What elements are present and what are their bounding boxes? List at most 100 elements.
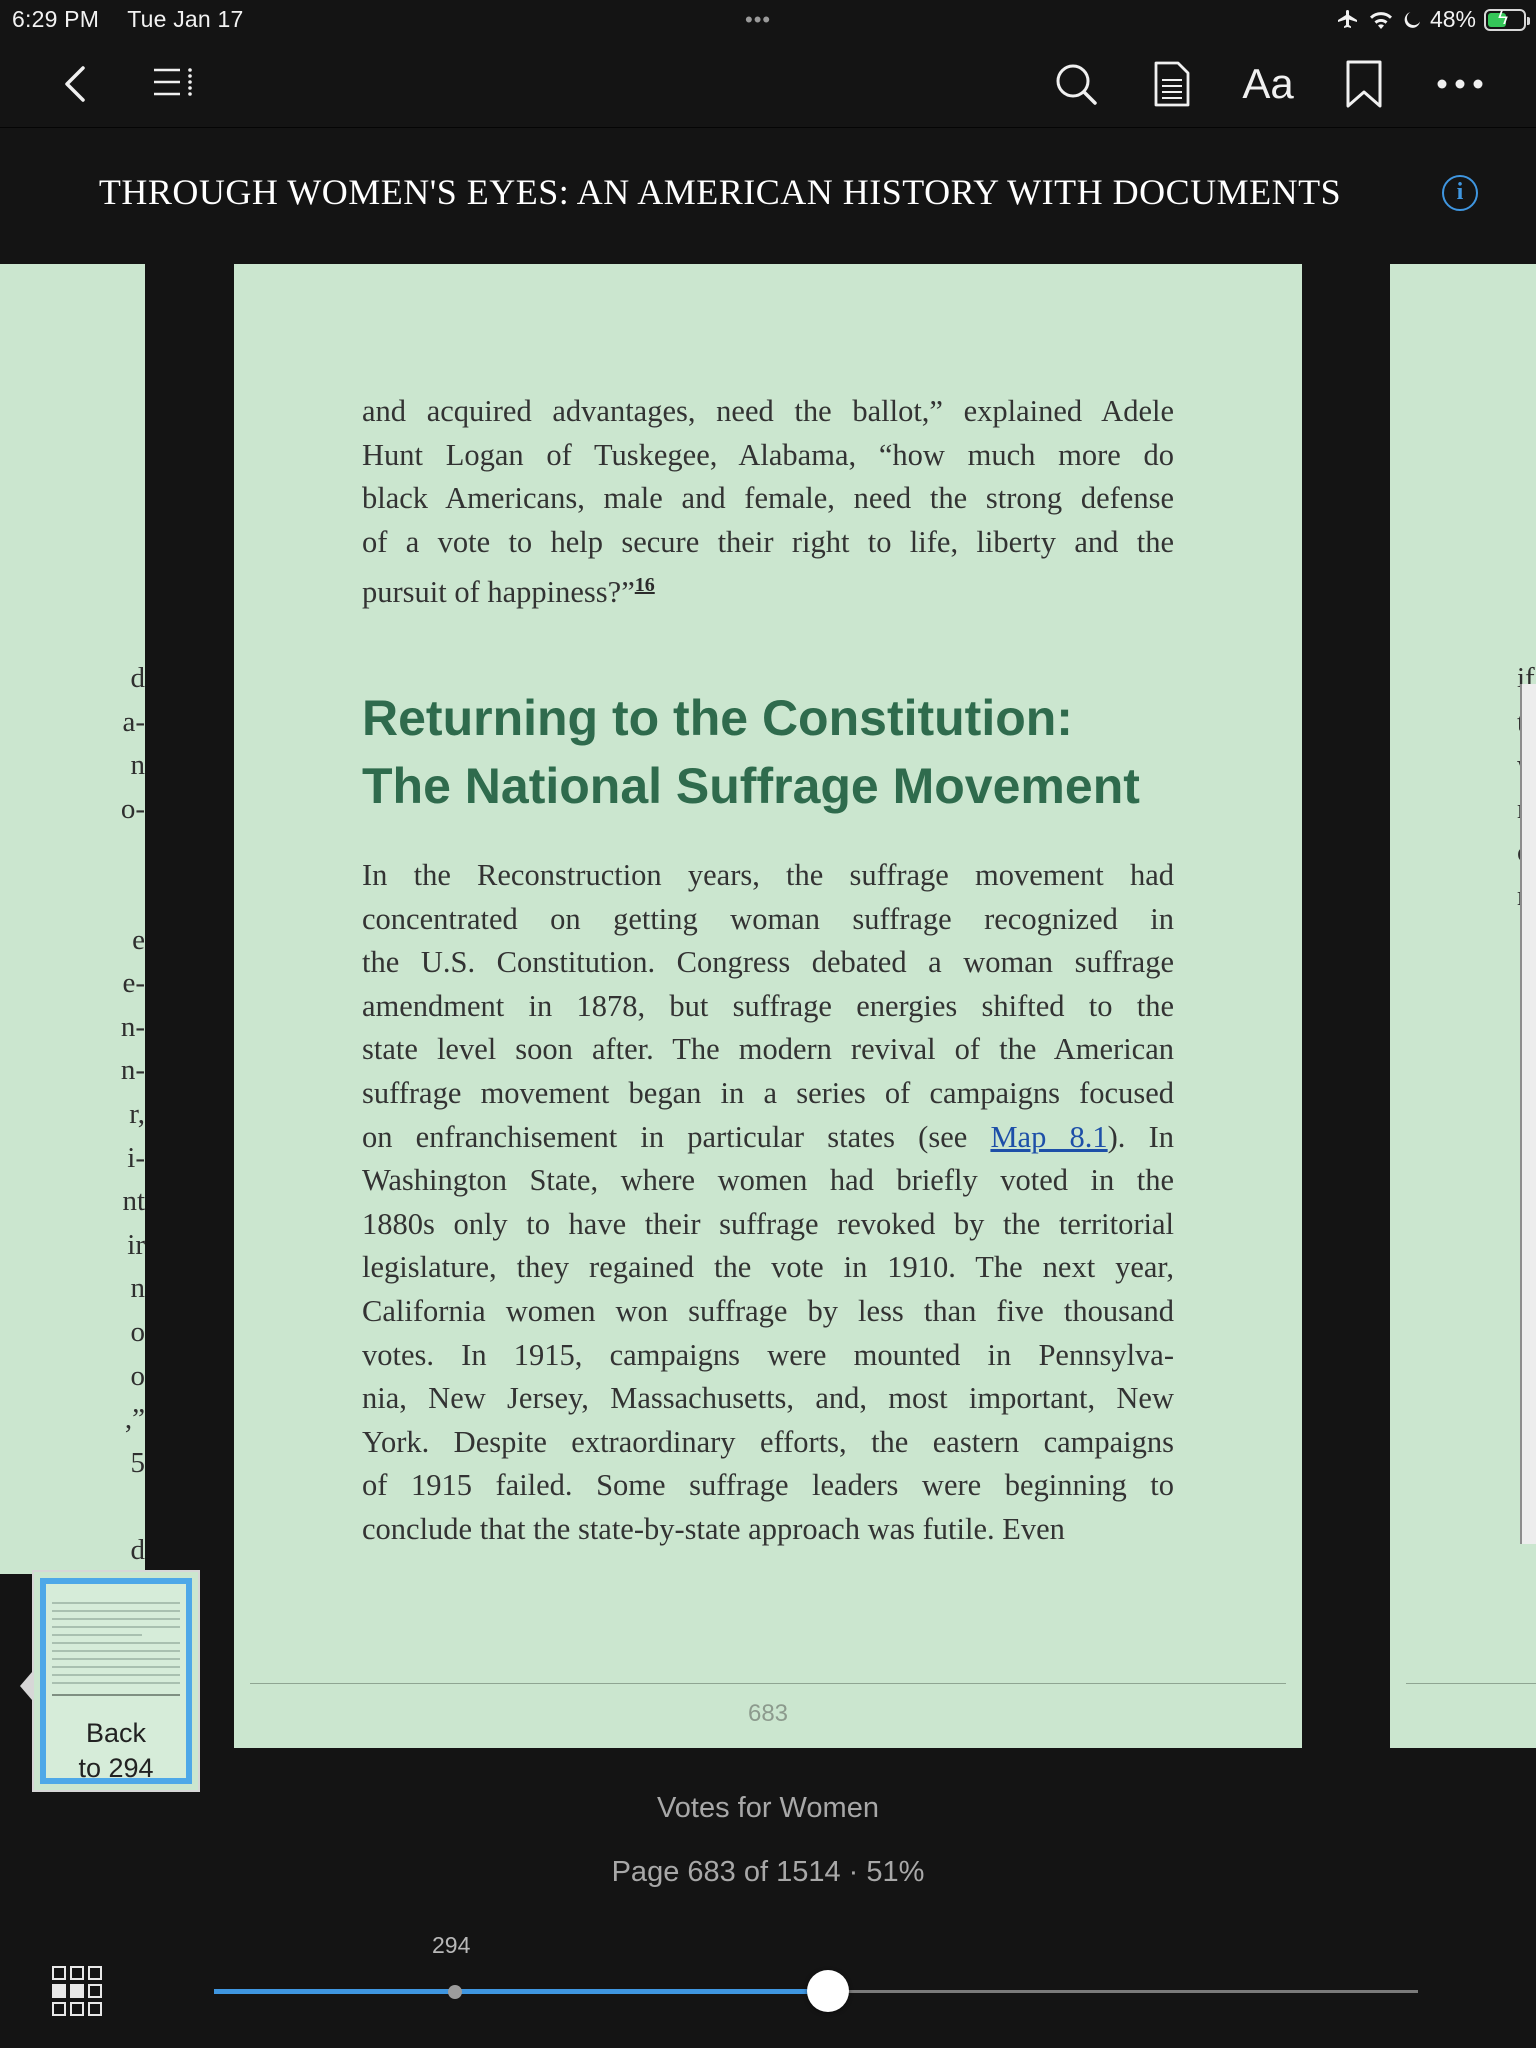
- info-icon[interactable]: i: [1442, 175, 1478, 211]
- back-label: Back to 294: [46, 1716, 186, 1778]
- text-line: suffrage movement began in a series of c…: [362, 1075, 1174, 1110]
- grid-cell: [88, 2002, 102, 2016]
- mini-line: [52, 1666, 180, 1668]
- fragment-line: nt: [122, 1185, 145, 1218]
- map-link-suffix: ). In: [1107, 1119, 1174, 1154]
- map-link[interactable]: Map 8.1: [990, 1120, 1107, 1154]
- mini-line: [52, 1650, 180, 1652]
- back-label-line1: Back: [85, 1718, 147, 1748]
- next-page[interactable]: ifthwmchm: [1390, 264, 1536, 1748]
- grid-cell: [52, 1984, 66, 1998]
- mini-line: [52, 1634, 142, 1636]
- bookmark-icon[interactable]: [1332, 52, 1396, 116]
- fragment-line: [121, 875, 145, 919]
- text-line: nia, New Jersey, Massachusetts, and, mos…: [362, 1381, 1174, 1416]
- text-line: votes. In 1915, campaigns were mounted i…: [362, 1337, 1174, 1372]
- status-right: 48% ϟ: [1336, 6, 1530, 33]
- fragment-line: a-: [122, 705, 145, 738]
- mini-line: [52, 1618, 180, 1620]
- battery-charging-icon: ϟ: [1484, 7, 1530, 31]
- text-line: concentrated on getting woman suffrage r…: [362, 901, 1174, 936]
- mini-line: [52, 1658, 180, 1660]
- text-line: In the Reconstruction years, the suffrag…: [362, 858, 1174, 892]
- text-line: conclude that the state-by-state approac…: [362, 1511, 1065, 1546]
- fragment-line: n-: [120, 1054, 145, 1087]
- fragment-line: n: [130, 1272, 146, 1305]
- book-title-bar: THROUGH WOMEN'S EYES: AN AMERICAN HISTOR…: [0, 129, 1536, 264]
- battery-percent: 48%: [1429, 6, 1476, 32]
- section-heading: Returning to the Constitution: The Natio…: [362, 690, 1140, 814]
- moon-icon: [1404, 11, 1420, 28]
- font-settings-icon[interactable]: Aa: [1236, 52, 1300, 116]
- fragment-line: ,”: [124, 1403, 145, 1436]
- mini-line: [52, 1602, 180, 1604]
- multitask-dots[interactable]: •••: [745, 7, 771, 33]
- book-title: THROUGH WOMEN'S EYES: AN AMERICAN HISTOR…: [98, 172, 1342, 212]
- mini-line: [52, 1626, 180, 1628]
- grid-cell: [52, 2002, 66, 2016]
- fragment-line: d: [130, 1533, 146, 1566]
- text-line: on enfranchisement in particular states …: [362, 1119, 1174, 1154]
- slider-marker-dot[interactable]: [447, 1985, 462, 1999]
- table-of-contents-icon[interactable]: [140, 52, 204, 116]
- fragment-line: i-: [127, 1141, 145, 1174]
- status-left: 6:29 PM Tue Jan 17: [12, 6, 265, 33]
- back-chevron-icon[interactable]: [44, 52, 108, 116]
- text-line: Washington State, where women had briefl…: [362, 1163, 1174, 1198]
- slider-marker-label: 294: [432, 1932, 471, 1958]
- next-page-rule: [1406, 1683, 1536, 1684]
- text-line: state level soon after. The modern reviv…: [362, 1032, 1174, 1067]
- text-line: California women won suffrage by less th…: [362, 1293, 1174, 1328]
- mini-line: [52, 1642, 180, 1644]
- text-line: pursuit of happiness?”16: [362, 574, 655, 610]
- fragment-line: [121, 1485, 145, 1529]
- mini-line: [52, 1682, 180, 1684]
- text-line: the U.S. Constitution. Congress debated …: [362, 945, 1174, 980]
- previous-page[interactable]: da-no- ee-n-n-r,i-ntirnoo,”5 dn,e-i-tso-…: [0, 264, 145, 1574]
- text-line: of a vote to help secure their right to …: [362, 524, 1174, 559]
- text-line: of 1915 failed. Some suffrage leaders we…: [362, 1468, 1174, 1503]
- back-page-thumbnail: Back to 294: [40, 1578, 192, 1784]
- previous-page-text: da-no- ee-n-n-r,i-ntirnoo,”5 dn,e-i-tso-…: [121, 657, 145, 1574]
- progress-slider-fill: [214, 1989, 829, 1994]
- text-line: Hunt Logan of Tuskegee, Alabama, “how mu…: [362, 437, 1174, 472]
- fragment-line: r,: [129, 1097, 145, 1130]
- grid-cell: [88, 1966, 102, 1980]
- status-bar: 6:29 PM Tue Jan 17 ••• 48% ϟ: [0, 0, 1536, 40]
- fragment-line: [121, 831, 145, 875]
- current-page[interactable]: and acquired advantages, need the ballot…: [234, 264, 1302, 1748]
- grid-cell: [70, 1984, 84, 1998]
- text-line: York. Despite extraordinary efforts, the…: [362, 1424, 1174, 1459]
- fragment-line: d: [130, 662, 146, 694]
- text-line: black Americans, male and female, need t…: [362, 481, 1174, 516]
- more-options-icon[interactable]: [1428, 52, 1492, 116]
- page-footer-rule: [250, 1683, 1286, 1684]
- search-icon[interactable]: [1044, 52, 1108, 116]
- notes-page-icon[interactable]: [1140, 52, 1204, 116]
- page-grid-icon[interactable]: [52, 1966, 102, 2016]
- text-line: and acquired advantages, need the ballot…: [362, 394, 1174, 428]
- fragment-line: e-: [122, 967, 145, 1000]
- next-page-figure: [1520, 684, 1536, 1544]
- footnote-link[interactable]: 16: [635, 574, 655, 596]
- fragment-line: n: [130, 749, 146, 782]
- fragment-line: o: [130, 1359, 146, 1392]
- fragment-line: ir: [127, 1228, 145, 1261]
- fragment-line: o-: [120, 792, 145, 825]
- page-progress-text: Page 683 of 1514 · 51%: [611, 1856, 925, 1888]
- grid-cell: [52, 1966, 66, 1980]
- mini-line: [52, 1610, 180, 1612]
- page-number: 683: [747, 1700, 789, 1727]
- thumbnail-text-lines: [52, 1602, 180, 1690]
- fragment-line: e: [132, 923, 145, 956]
- back-to-page-button[interactable]: Back to 294: [20, 1570, 200, 1792]
- progress-slider-thumb[interactable]: [807, 1970, 850, 2012]
- thumbnail-rule: [52, 1694, 180, 1696]
- grid-cell: [88, 1984, 102, 1998]
- text-line: 1880s only to have their suffrage revoke…: [362, 1206, 1174, 1241]
- status-date: Tue Jan 17: [127, 6, 244, 32]
- grid-cell: [70, 2002, 84, 2016]
- charging-bolt-icon: ϟ: [1498, 7, 1509, 29]
- fragment-line: 5: [130, 1446, 146, 1479]
- paragraph-1: and acquired advantages, need the ballot…: [362, 390, 1174, 615]
